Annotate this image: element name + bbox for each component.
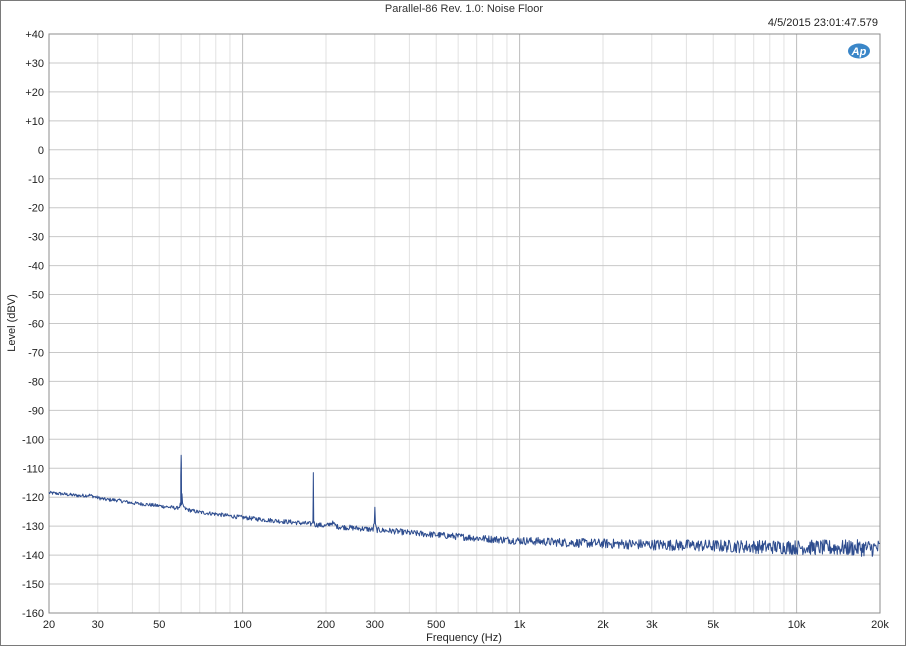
y-tick-label: -10 <box>28 174 44 186</box>
x-tick-label: 20k <box>871 619 889 631</box>
x-tick-label: 500 <box>427 619 445 631</box>
y-axis-label: Level (dBV) <box>6 294 18 351</box>
x-tick-label: 300 <box>366 619 384 631</box>
series-layer <box>48 454 881 557</box>
y-tick-label: +30 <box>25 58 44 70</box>
y-axis-ticks: +40 +30 +20 +10 0 -10 -20 -30 -40 -50 -60 -70 -80 -90… <box>22 29 44 620</box>
y-tick-label: -90 <box>28 405 44 417</box>
x-tick-label: 5k <box>707 619 719 631</box>
y-tick-label: -140 <box>22 550 44 562</box>
y-tick-label: -80 <box>28 376 44 388</box>
y-tick-label: -40 <box>28 261 44 273</box>
grid <box>49 34 880 613</box>
x-tick-label: 30 <box>92 619 104 631</box>
y-tick-label: 0 <box>38 145 44 157</box>
y-tick-label: -30 <box>28 232 44 244</box>
noise-floor-chart: Parallel-86 Rev. 1.0: Noise Floor 4/5/20… <box>6 3 889 644</box>
x-tick-label: 20 <box>43 619 55 631</box>
y-tick-label: -150 <box>22 579 44 591</box>
y-tick-label: -70 <box>28 347 44 359</box>
x-tick-label: 3k <box>646 619 658 631</box>
y-tick-label: -50 <box>28 290 44 302</box>
ap-logo-text: Ap <box>851 46 867 58</box>
x-axis-ticks: 20 30 50 100 200 300 500 1k 2k 3k 5k 10k 20k <box>43 619 889 631</box>
x-tick-label: 100 <box>233 619 251 631</box>
y-tick-label: -100 <box>22 434 44 446</box>
x-tick-label: 1k <box>514 619 526 631</box>
y-tick-label: -110 <box>23 463 44 475</box>
x-tick-label: 10k <box>788 619 806 631</box>
y-tick-label: -130 <box>22 521 44 533</box>
chart-title: Parallel-86 Rev. 1.0: Noise Floor <box>385 3 543 15</box>
x-axis-label: Frequency (Hz) <box>426 632 502 644</box>
y-tick-label: +10 <box>25 116 44 128</box>
timestamp: 4/5/2015 23:01:47.579 <box>768 17 878 29</box>
noise-floor-trace <box>48 454 881 557</box>
ap-logo: Ap <box>848 43 870 59</box>
y-tick-label: -20 <box>28 203 44 215</box>
y-tick-label: -60 <box>28 319 44 331</box>
y-tick-label: -160 <box>22 608 44 620</box>
y-tick-label: +40 <box>25 29 44 41</box>
y-tick-label: +20 <box>25 87 44 99</box>
x-tick-label: 50 <box>153 619 165 631</box>
x-tick-label: 2k <box>597 619 609 631</box>
x-tick-label: 200 <box>317 619 335 631</box>
y-tick-label: -120 <box>22 492 44 504</box>
chart-frame: Parallel-86 Rev. 1.0: Noise Floor 4/5/20… <box>0 0 906 646</box>
